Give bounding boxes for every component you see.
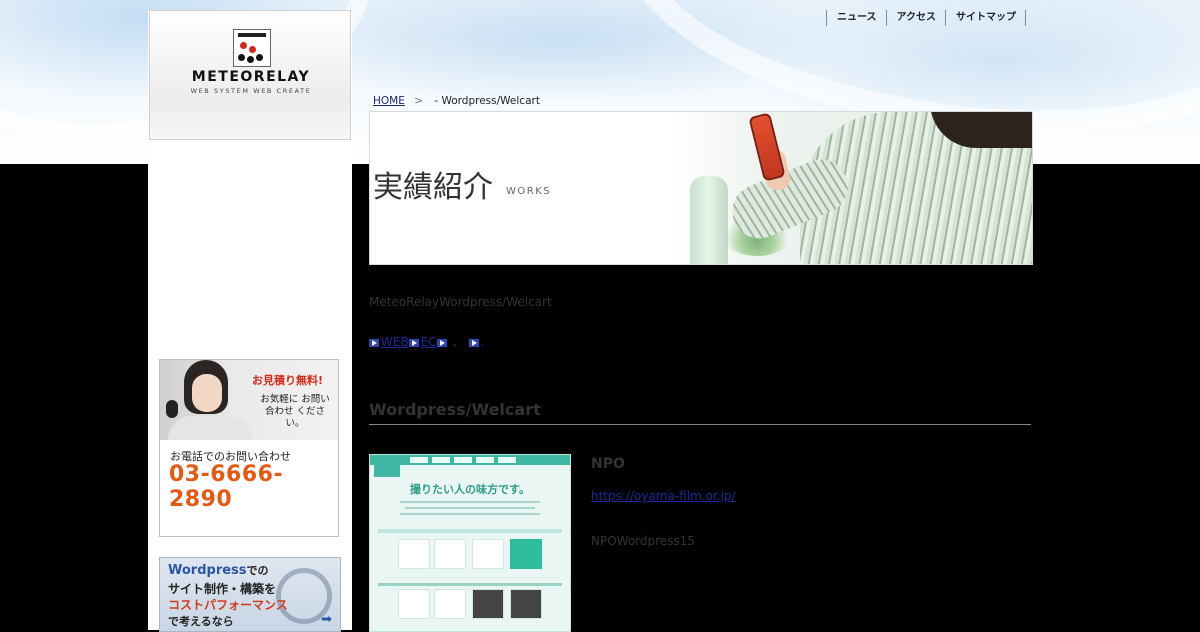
mobile-phone-icon — [748, 112, 786, 182]
logo-tagline: WEB SYSTEM WEB CREATE — [190, 87, 312, 95]
tag-separator: 、 — [452, 335, 465, 349]
client-url: https://oyama-film.or.jp/ — [591, 489, 736, 503]
wp-banner-line4: で考えるなら — [168, 615, 234, 628]
free-estimate-label: お見積り無料! — [252, 374, 324, 387]
phone-number: 03-6666-2890 — [169, 462, 284, 512]
bottle-image — [690, 176, 728, 264]
tag-end: . — [480, 335, 485, 349]
tag-web[interactable]: WEB — [381, 335, 409, 349]
page-subtitle: WORKS — [506, 186, 552, 197]
headset-icon — [166, 400, 178, 418]
nav-news[interactable]: ニュース — [826, 10, 886, 26]
client-description: NPOWordpress15 — [591, 534, 695, 548]
tag-ec[interactable]: EC — [421, 335, 437, 349]
play-icon — [408, 338, 419, 347]
intro-text: MeteoRelayWordpress/Welcart — [369, 295, 552, 309]
nav-sitemap[interactable]: サイトマップ — [945, 10, 1026, 26]
meteorelay-logo-icon — [233, 29, 271, 67]
play-icon — [468, 338, 479, 347]
sidebar: METEORELAY WEB SYSTEM WEB CREATE お見積り無料!… — [148, 10, 352, 632]
hero-banner: 実績紹介 WORKS — [369, 111, 1033, 265]
client-url-link[interactable]: https://oyama-film.or.jp/ — [591, 489, 736, 503]
wp-banner-line1: Wordpressでの — [168, 563, 269, 578]
client-name: NPO — [591, 456, 625, 472]
chevron-right-icon: > — [414, 95, 424, 107]
logo-name: METEORELAY — [191, 69, 311, 85]
page-title: 実績紹介 — [373, 170, 493, 205]
contact-banner[interactable]: お見積り無料! お気軽に お問い合わせ ください。 お電話でのお問い合わせ 03… — [159, 359, 339, 537]
wp-banner-line2: サイト制作・構築を — [168, 582, 277, 596]
wp-banner-line3: コストパフォーマンス — [168, 598, 288, 612]
screenshot-logo — [374, 455, 400, 477]
contact-message: お気軽に お問い合わせ ください。 — [260, 394, 330, 429]
top-nav: ニュース アクセス サイトマップ — [826, 10, 1026, 26]
breadcrumb: HOME > - Wordpress/Welcart — [373, 95, 540, 107]
breadcrumb-home[interactable]: HOME — [373, 95, 405, 107]
section-title: Wordpress/Welcart — [369, 400, 1031, 425]
category-tags: WEB EC 、. — [369, 333, 485, 350]
wordpress-banner[interactable]: Wordpressでの サイト制作・構築を コストパフォーマンス で考えるなら … — [159, 557, 341, 632]
site-logo[interactable]: METEORELAY WEB SYSTEM WEB CREATE — [149, 10, 351, 140]
work-screenshot[interactable]: 撮りたい人の味方です。 — [369, 454, 571, 632]
play-icon — [369, 338, 379, 347]
arrow-right-icon: ➡ — [321, 612, 332, 627]
screenshot-headline: 撮りたい人の味方です。 — [410, 483, 530, 496]
play-icon — [436, 338, 447, 347]
breadcrumb-current: - Wordpress/Welcart — [434, 95, 540, 107]
nav-access[interactable]: アクセス — [885, 10, 946, 26]
